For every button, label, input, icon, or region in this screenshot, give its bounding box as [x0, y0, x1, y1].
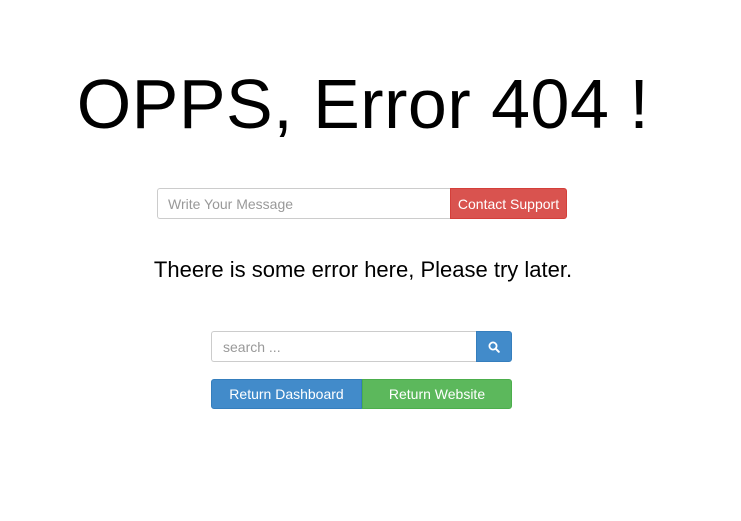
message-input[interactable] — [157, 188, 450, 219]
contact-support-button[interactable]: Contact Support — [450, 188, 567, 219]
return-website-button[interactable]: Return Website — [362, 379, 512, 409]
contact-form: Contact Support — [157, 188, 567, 219]
return-dashboard-button[interactable]: Return Dashboard — [211, 379, 362, 409]
search-icon — [488, 341, 500, 353]
return-actions: Return Dashboard Return Website — [211, 379, 512, 409]
search-input[interactable] — [211, 331, 476, 362]
search-button[interactable] — [476, 331, 512, 362]
error-message: Theere is some error here, Please try la… — [153, 257, 573, 282]
search-form — [211, 331, 512, 362]
error-title: OPPS, Error 404 ! — [76, 65, 650, 143]
